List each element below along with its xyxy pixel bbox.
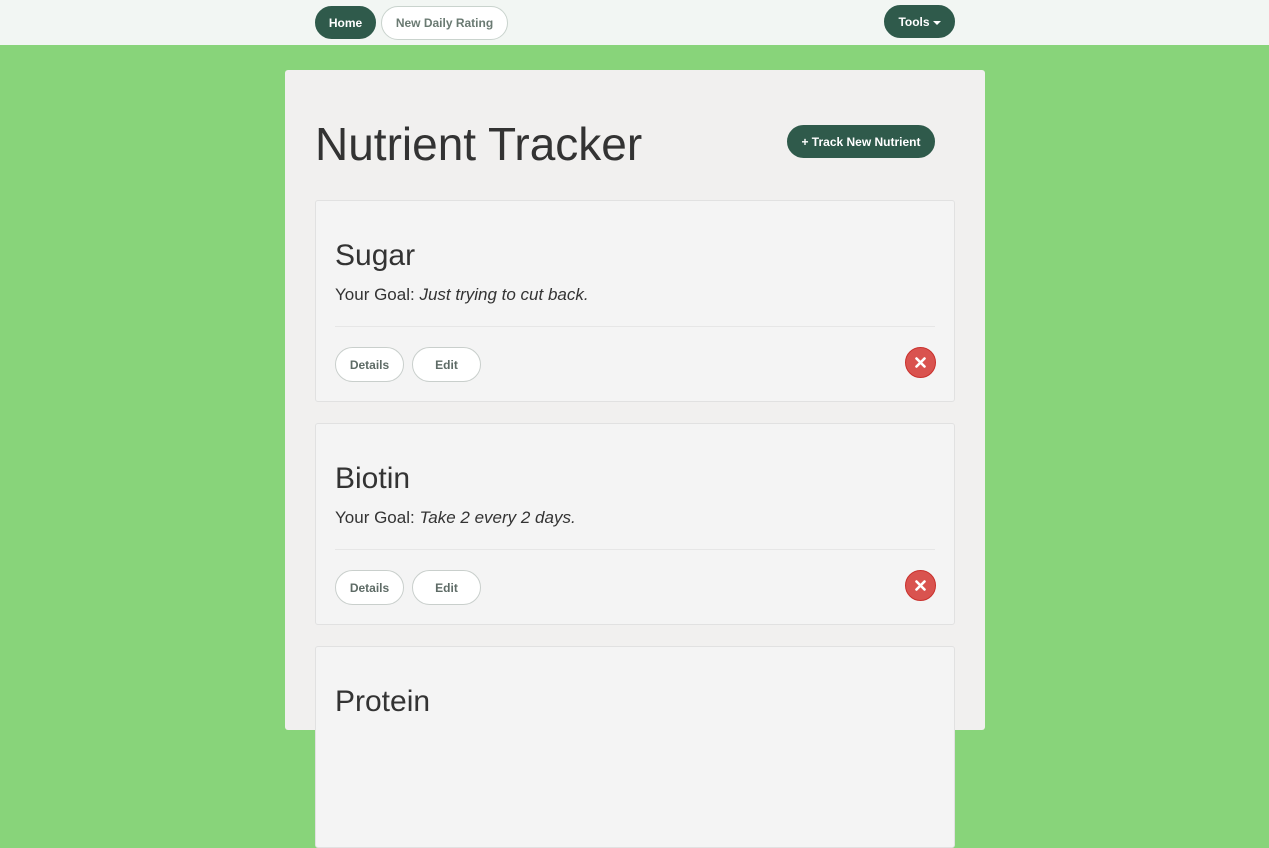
track-new-nutrient-button[interactable]: + Track New Nutrient — [787, 125, 935, 158]
nutrient-name: Biotin — [335, 462, 411, 495]
nutrient-name: Sugar — [335, 239, 416, 272]
goal-prefix: Your Goal: — [335, 285, 415, 304]
nutrient-card: Protein — [315, 646, 955, 848]
goal-prefix: Your Goal: — [335, 508, 415, 527]
nutrient-goal: Your Goal: Take 2 every 2 days. — [335, 508, 576, 528]
main-panel: Nutrient Tracker + Track New Nutrient Su… — [285, 70, 985, 848]
nav-new-daily-rating-label: New Daily Rating — [395, 16, 494, 30]
page-title: Nutrient Tracker — [315, 118, 643, 170]
nav-tools-dropdown[interactable]: Tools — [884, 5, 955, 38]
delete-button[interactable] — [905, 570, 936, 601]
nutrient-card: Biotin Your Goal: Take 2 every 2 days. D… — [315, 423, 955, 625]
top-navbar: Home New Daily Rating Tools — [0, 0, 1269, 45]
nav-new-daily-rating-button[interactable]: New Daily Rating — [381, 6, 508, 40]
nutrient-goal: Your Goal: Just trying to cut back. — [335, 285, 589, 305]
edit-button[interactable]: Edit — [412, 347, 481, 382]
delete-button[interactable] — [905, 347, 936, 378]
close-icon — [915, 580, 926, 591]
details-label: Details — [349, 357, 390, 372]
details-button[interactable]: Details — [335, 347, 404, 382]
nav-home-label: Home — [328, 15, 363, 30]
details-label: Details — [349, 580, 390, 595]
edit-label: Edit — [435, 580, 458, 595]
track-new-nutrient-label: + Track New Nutrient — [801, 134, 921, 149]
goal-text: Just trying to cut back. — [419, 285, 589, 304]
goal-text: Take 2 every 2 days. — [419, 508, 576, 527]
nav-tools-label: Tools — [898, 14, 930, 29]
nutrient-card: Sugar Your Goal: Just trying to cut back… — [315, 200, 955, 402]
caret-down-icon — [932, 20, 941, 25]
edit-label: Edit — [435, 357, 458, 372]
close-icon — [915, 357, 926, 368]
card-divider — [335, 326, 935, 327]
nutrient-name: Protein — [335, 685, 431, 718]
card-divider — [335, 549, 935, 550]
nav-home-button[interactable]: Home — [315, 6, 376, 39]
details-button[interactable]: Details — [335, 570, 404, 605]
edit-button[interactable]: Edit — [412, 570, 481, 605]
